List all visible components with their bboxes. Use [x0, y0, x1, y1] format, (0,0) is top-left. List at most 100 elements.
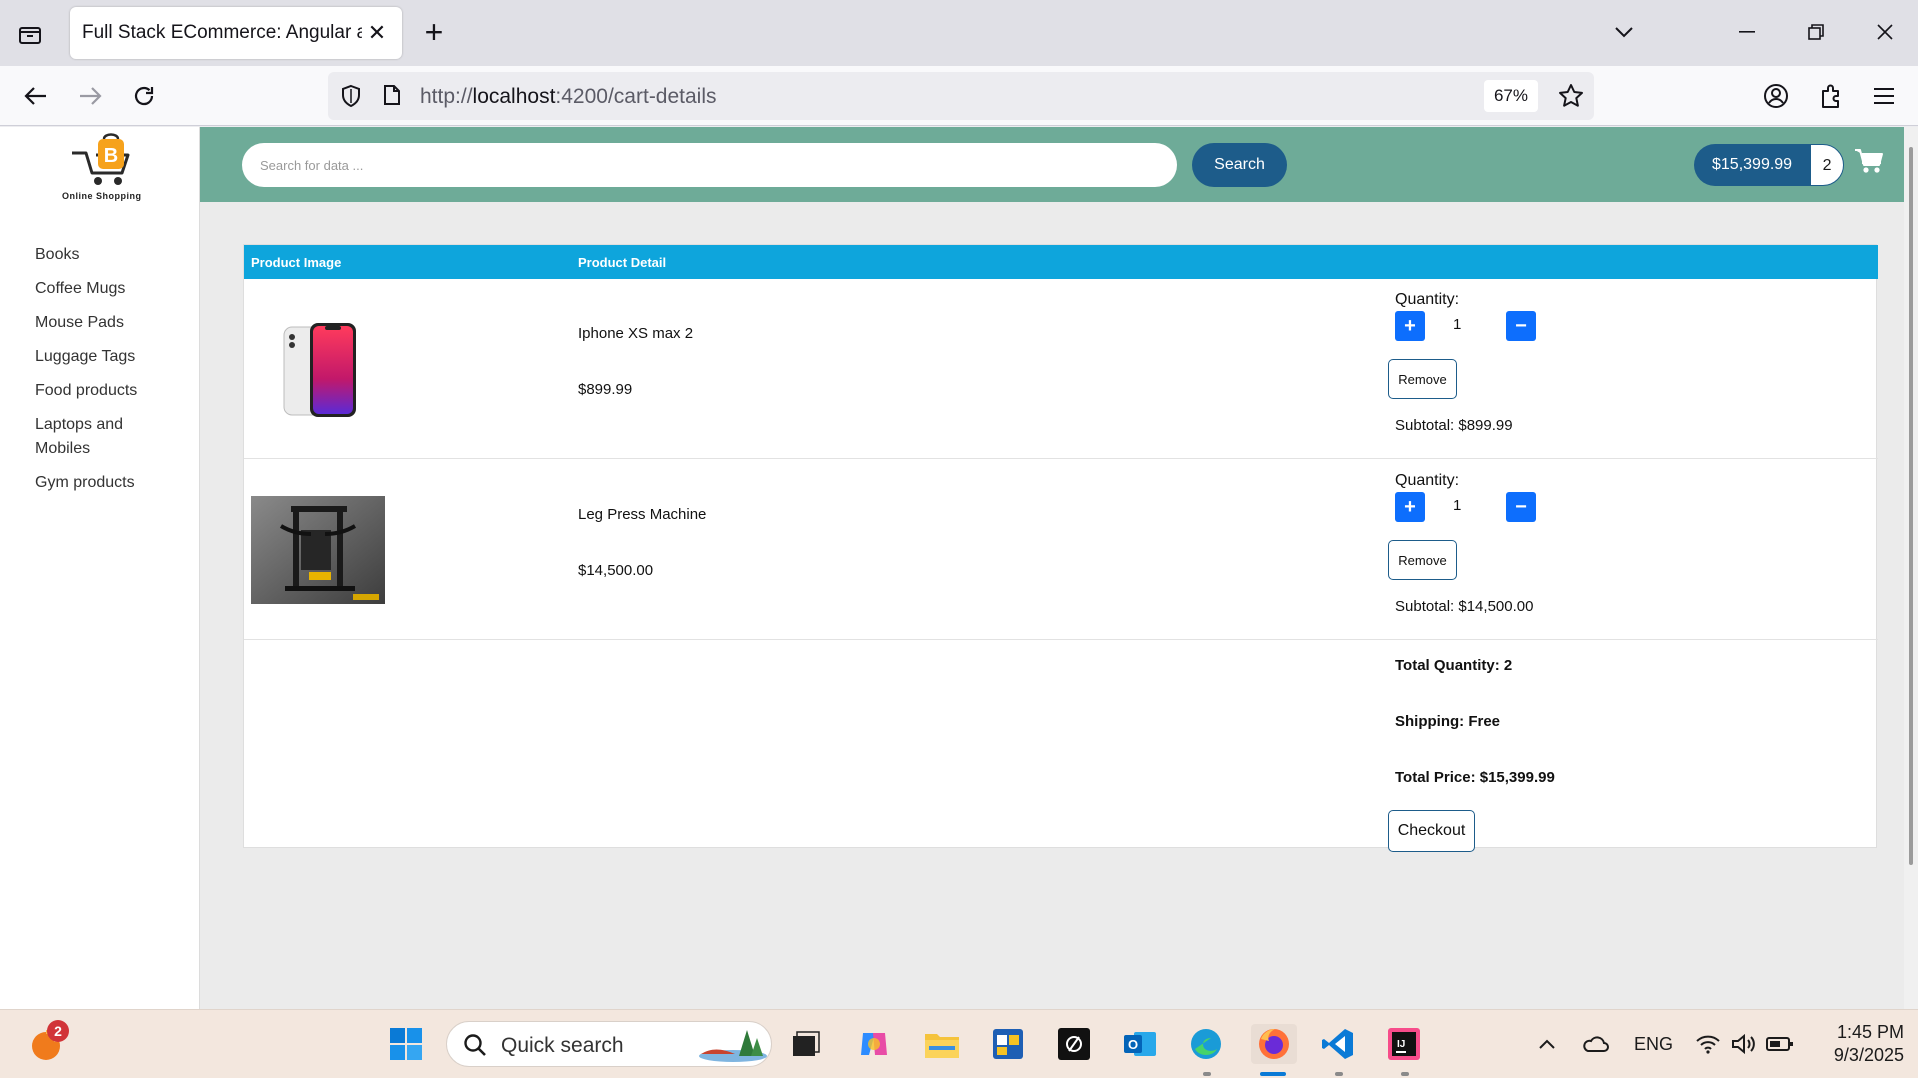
minimize-icon[interactable]	[1725, 14, 1769, 50]
volume-icon[interactable]	[1724, 1024, 1764, 1064]
shield-icon[interactable]	[340, 84, 362, 113]
battery-icon[interactable]	[1760, 1024, 1800, 1064]
column-header-product-detail: Product Detail	[578, 255, 667, 270]
decrement-quantity-button[interactable]: −	[1506, 492, 1536, 522]
search-input[interactable]	[242, 143, 1177, 187]
account-icon[interactable]	[1756, 76, 1796, 116]
system-clock[interactable]: 1:45 PM 9/3/2025	[1808, 1021, 1904, 1067]
running-indicator	[1335, 1072, 1343, 1076]
svg-text:IJ: IJ	[1397, 1039, 1405, 1050]
url-host: localhost	[472, 85, 556, 108]
close-window-icon[interactable]	[1863, 14, 1907, 50]
firefox-icon[interactable]	[1251, 1024, 1297, 1064]
windows-taskbar: 2 Quick search O IJ ENG 1:45 PM 9/3/2025	[0, 1009, 1918, 1078]
forward-arrow-icon[interactable]	[70, 76, 110, 116]
browser-nav-bar: http://localhost:4200/cart-details 67%	[0, 66, 1918, 126]
checkout-button[interactable]: Checkout	[1388, 810, 1475, 852]
edge-icon[interactable]	[1186, 1024, 1226, 1064]
cart-row: Leg Press Machine $14,500.00 Quantity: +…	[244, 460, 1878, 640]
onedrive-cloud-icon[interactable]	[1575, 1024, 1615, 1064]
quantity-value: 1	[1453, 316, 1462, 333]
extensions-icon[interactable]	[1811, 76, 1851, 116]
running-indicator	[1203, 1072, 1211, 1076]
copilot-icon[interactable]	[854, 1024, 894, 1064]
search-highlight-icon	[693, 1026, 769, 1069]
vscode-icon[interactable]	[1318, 1024, 1358, 1064]
tab-close-icon[interactable]: ✕	[364, 20, 390, 46]
svg-text:O: O	[1128, 1037, 1138, 1052]
total-quantity: Total Quantity: 2	[1395, 657, 1513, 674]
task-view-icon[interactable]	[786, 1024, 826, 1064]
shopping-cart-icon[interactable]	[1854, 147, 1884, 175]
tab-title: Full Stack ECommerce: Angular and	[82, 22, 362, 43]
store-logo[interactable]: B Online Shopping	[58, 129, 144, 201]
category-item-luggage-tags[interactable]: Luggage Tags	[35, 345, 155, 369]
quantity-value: 1	[1453, 497, 1462, 514]
cart-details-table: Product Image Product Detail Iphone XS m…	[243, 244, 1878, 852]
page-viewport: B Online Shopping Books Coffee Mugs Mous…	[0, 127, 1918, 1009]
active-tab[interactable]: Full Stack ECommerce: Angular and ✕	[70, 7, 402, 59]
column-header-product-image: Product Image	[251, 255, 342, 270]
address-bar[interactable]: http://localhost:4200/cart-details 67%	[328, 72, 1594, 120]
language-indicator[interactable]: ENG	[1634, 1034, 1673, 1055]
total-price: Total Price: $15,399.99	[1395, 769, 1555, 786]
item-subtotal: Subtotal: $14,500.00	[1395, 598, 1534, 615]
menu-hamburger-icon[interactable]	[1864, 76, 1904, 116]
remove-button[interactable]: Remove	[1388, 359, 1457, 399]
product-price: $899.99	[578, 381, 633, 398]
reload-icon[interactable]	[124, 76, 164, 116]
remove-button[interactable]: Remove	[1388, 540, 1457, 580]
item-subtotal: Subtotal: $899.99	[1395, 417, 1513, 434]
browser-tab-bar: Full Stack ECommerce: Angular and ✕ +	[0, 0, 1918, 66]
product-name: Leg Press Machine	[578, 506, 707, 523]
cart-row: Iphone XS max 2 $899.99 Quantity: + 1 − …	[244, 279, 1878, 459]
page-icon[interactable]	[383, 84, 401, 111]
new-tab-icon[interactable]: +	[418, 14, 450, 50]
wifi-icon[interactable]	[1688, 1024, 1728, 1064]
notification-badge: 2	[47, 1020, 69, 1042]
search-button[interactable]: Search	[1192, 143, 1287, 187]
search-icon	[463, 1033, 487, 1062]
quantity-label: Quantity:	[1395, 291, 1460, 308]
cart-item-count: 2	[1810, 144, 1845, 186]
category-item-coffee-mugs[interactable]: Coffee Mugs	[35, 277, 155, 301]
taskbar-search-text: Quick search	[501, 1034, 624, 1057]
category-item-gym-products[interactable]: Gym products	[35, 471, 155, 495]
scrollbar-thumb[interactable]	[1909, 147, 1913, 865]
zoom-level-badge[interactable]: 67%	[1483, 80, 1538, 112]
url-path: :4200/cart-details	[555, 85, 717, 108]
category-item-laptops-mobiles[interactable]: Laptops and Mobiles	[35, 413, 155, 461]
app-icon-blue[interactable]	[988, 1024, 1028, 1064]
category-item-mouse-pads[interactable]: Mouse Pads	[35, 311, 155, 335]
active-app-indicator	[1260, 1072, 1286, 1076]
clock-time: 1:45 PM	[1836, 1022, 1904, 1042]
list-all-tabs-icon[interactable]	[1602, 14, 1646, 50]
show-hidden-icons-chevron-icon[interactable]	[1527, 1024, 1567, 1064]
quantity-label: Quantity:	[1395, 472, 1460, 489]
bookmark-star-icon[interactable]	[1558, 83, 1584, 114]
page-scrollbar[interactable]	[1904, 127, 1918, 1009]
file-explorer-icon[interactable]	[922, 1024, 962, 1064]
cart-total-price: $15,399.99	[1694, 144, 1811, 186]
clock-date: 9/3/2025	[1833, 1045, 1904, 1065]
increment-quantity-button[interactable]: +	[1395, 311, 1425, 341]
back-arrow-icon[interactable]	[16, 76, 56, 116]
windows-start-icon[interactable]	[386, 1024, 426, 1064]
taskbar-search[interactable]: Quick search	[446, 1021, 772, 1067]
increment-quantity-button[interactable]: +	[1395, 492, 1425, 522]
category-item-books[interactable]: Books	[35, 243, 155, 267]
terminal-app-icon[interactable]	[1054, 1024, 1094, 1064]
shipping-info: Shipping: Free	[1395, 713, 1500, 730]
url-text[interactable]: http://localhost:4200/cart-details	[420, 85, 717, 109]
category-sidebar: B Online Shopping Books Coffee Mugs Mous…	[0, 127, 200, 1009]
restore-icon[interactable]	[1794, 14, 1838, 50]
store-header: Search $15,399.99 2	[200, 127, 1918, 202]
outlook-icon[interactable]: O	[1120, 1024, 1160, 1064]
cart-status[interactable]: $15,399.99 2	[1694, 144, 1845, 186]
intellij-icon[interactable]: IJ	[1384, 1024, 1424, 1064]
tab-list-icon[interactable]	[14, 18, 46, 50]
product-price: $14,500.00	[578, 562, 654, 579]
decrement-quantity-button[interactable]: −	[1506, 311, 1536, 341]
category-item-food-products[interactable]: Food products	[35, 379, 155, 403]
table-header: Product Image Product Detail	[244, 245, 1878, 279]
